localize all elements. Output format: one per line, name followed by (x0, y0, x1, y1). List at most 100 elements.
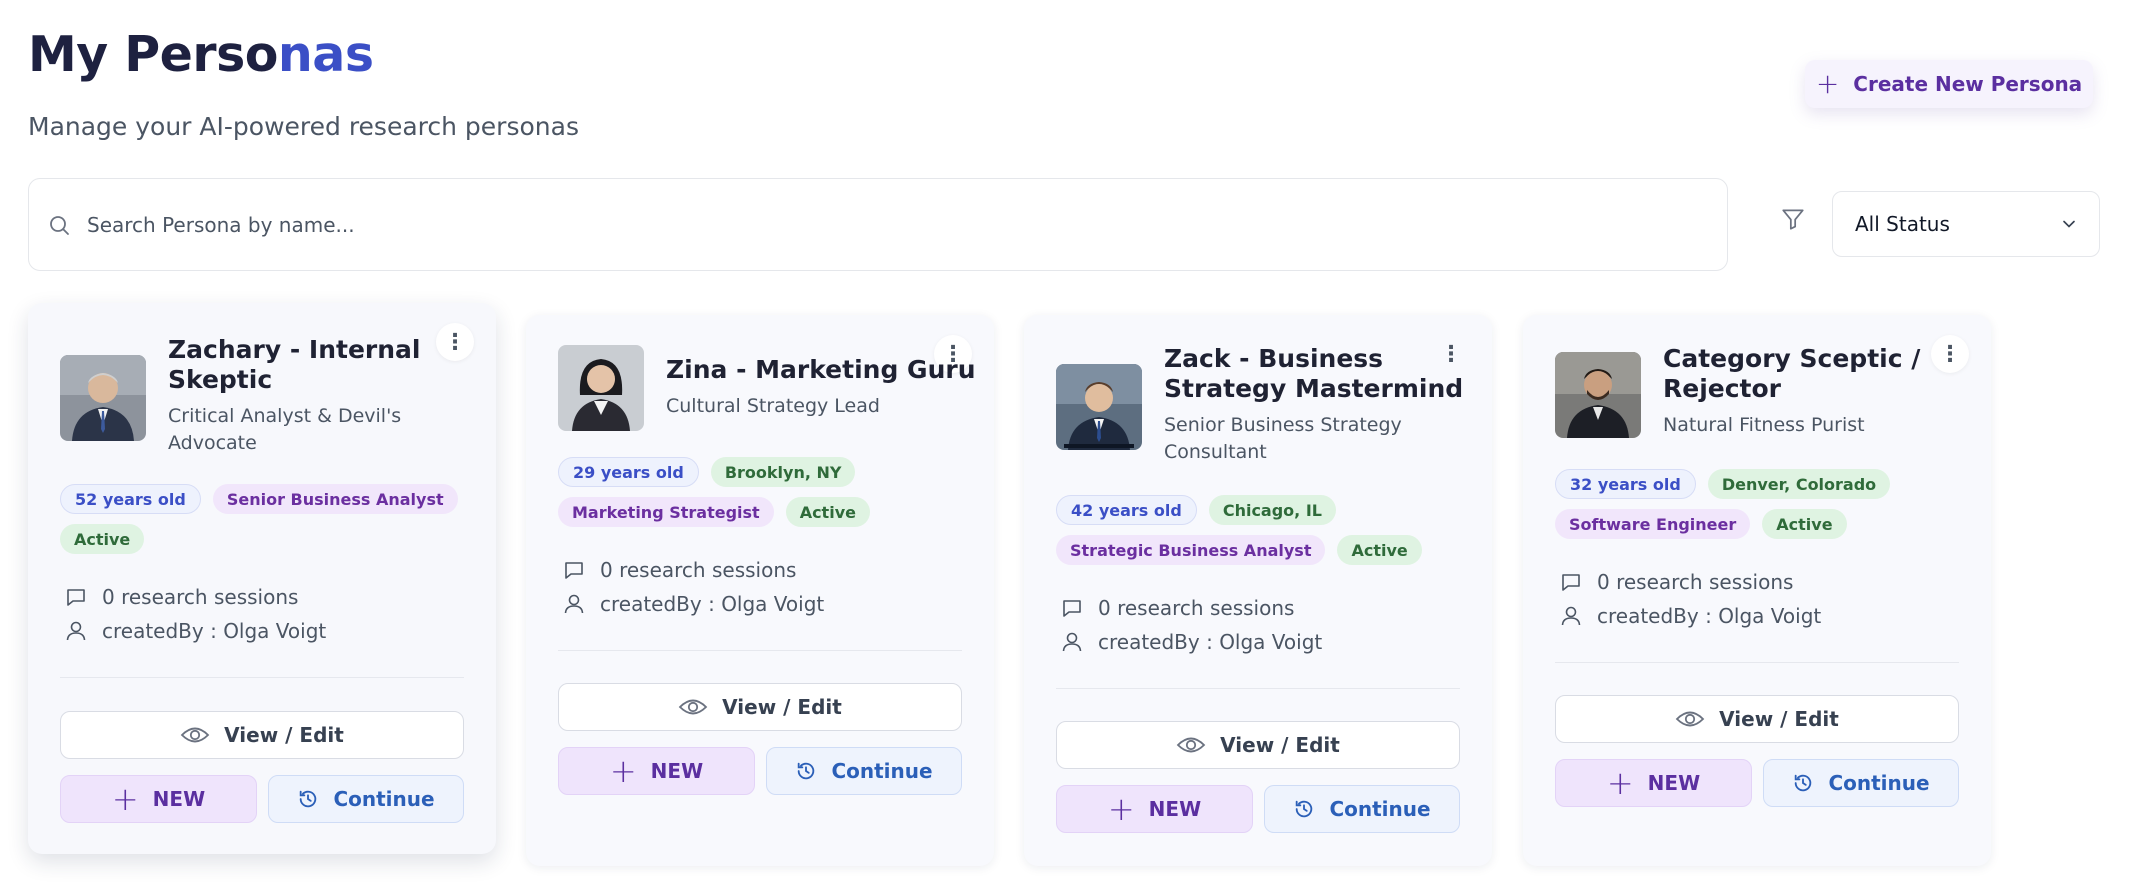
history-icon (1296, 800, 1313, 818)
persona-role: Critical Analyst & Devil's Advocate (168, 405, 402, 454)
plus-icon: + (1815, 67, 1840, 100)
persona-tags: 29 years old Brooklyn, NY Marketing Stra… (558, 457, 978, 527)
persona-card[interactable]: ⋮ Zack - Business Strategy Mastermind Se… (1024, 315, 1492, 866)
status-badge: Active (60, 524, 145, 554)
age-badge: 42 years old (1056, 495, 1197, 525)
more-options-icon[interactable]: ⋮ (1931, 335, 1969, 373)
search-icon (50, 215, 69, 235)
search-bar (28, 178, 1728, 271)
continue-label: Continue (1828, 771, 1930, 795)
location-badge: Brooklyn, NY (710, 457, 856, 487)
plus-icon: + (111, 780, 139, 818)
page-title-main: My Perso (28, 26, 278, 83)
user-icon (66, 621, 86, 641)
creator-row: createdBy : Olga Voigt (1559, 604, 1821, 628)
new-label: NEW (152, 787, 206, 811)
chat-icon (67, 589, 85, 606)
persona-card[interactable]: ⋮ Zachary - Internal Skeptic Critical An… (28, 303, 496, 854)
sessions-row: 0 research sessions (562, 558, 796, 582)
sessions-count: 0 research sessions (1098, 596, 1295, 620)
persona-role: Cultural Strategy Lead (666, 395, 880, 417)
page-title: My Personas (28, 26, 374, 83)
eye-icon (180, 727, 210, 743)
persona-card[interactable]: ⋮ Zina - Marketing Guru Cultural Strateg… (526, 315, 994, 866)
avatar (1056, 364, 1142, 450)
chat-icon (1063, 600, 1081, 617)
persona-tags: 32 years old Denver, Colorado Software E… (1555, 469, 1975, 539)
history-icon (300, 790, 317, 808)
new-session-button[interactable]: + NEW (558, 747, 755, 795)
history-icon (1795, 774, 1812, 792)
new-label: NEW (650, 759, 704, 783)
search-input[interactable] (87, 212, 1587, 237)
job-badge: Software Engineer (1555, 509, 1751, 539)
persona-name: Zina - Marketing Guru (666, 355, 976, 384)
new-session-button[interactable]: + NEW (60, 775, 257, 823)
view-edit-button[interactable]: View / Edit (1056, 721, 1460, 769)
view-edit-label: View / Edit (1719, 707, 1839, 731)
sessions-count: 0 research sessions (102, 585, 299, 609)
created-by: createdBy : Olga Voigt (102, 619, 327, 643)
created-by: createdBy : Olga Voigt (600, 592, 825, 616)
age-badge: 32 years old (1555, 469, 1696, 499)
created-by: createdBy : Olga Voigt (1098, 630, 1323, 654)
user-icon (1062, 632, 1082, 652)
persona-card[interactable]: ⋮ Category Sceptic / Rejector Natural Fi… (1523, 315, 1991, 866)
sessions-row: 0 research sessions (64, 585, 298, 609)
continue-button[interactable]: Continue (1264, 785, 1460, 833)
location-badge: Denver, Colorado (1707, 469, 1891, 499)
plus-icon: + (609, 752, 637, 790)
status-badge: Active (1762, 509, 1847, 539)
eye-icon (1675, 711, 1705, 727)
status-badge: Active (785, 497, 870, 527)
new-session-button[interactable]: + NEW (1056, 785, 1253, 833)
eye-icon (1176, 737, 1206, 753)
persona-tags: 52 years old Senior Business Analyst Act… (60, 484, 480, 554)
continue-button[interactable]: Continue (766, 747, 962, 795)
persona-tags: 42 years old Chicago, IL Strategic Busin… (1056, 495, 1476, 565)
creator-row: createdBy : Olga Voigt (562, 592, 824, 616)
continue-button[interactable]: Continue (1763, 759, 1959, 807)
view-edit-label: View / Edit (722, 695, 842, 719)
chat-icon (565, 562, 583, 579)
persona-name: Category Sceptic / Rejector (1663, 344, 1921, 403)
location-badge: Chicago, IL (1208, 495, 1336, 525)
sessions-row: 0 research sessions (1060, 596, 1294, 620)
chat-icon (1562, 574, 1580, 591)
creator-row: createdBy : Olga Voigt (64, 619, 326, 643)
age-badge: 29 years old (558, 457, 699, 487)
divider (60, 677, 464, 678)
sessions-row: 0 research sessions (1559, 570, 1793, 594)
avatar (1555, 352, 1641, 438)
new-session-button[interactable]: + NEW (1555, 759, 1752, 807)
divider (558, 650, 962, 651)
divider (1555, 662, 1959, 663)
create-persona-label: Create New Persona (1853, 72, 2083, 96)
view-edit-button[interactable]: View / Edit (60, 711, 464, 759)
continue-label: Continue (333, 787, 435, 811)
create-persona-button[interactable]: + Create New Persona (1805, 60, 2093, 108)
job-badge: Marketing Strategist (558, 497, 774, 527)
avatar (558, 345, 644, 431)
user-icon (564, 594, 584, 614)
status-badge: Active (1337, 535, 1422, 565)
persona-role: Senior Business Strategy Consultant (1164, 414, 1402, 463)
new-label: NEW (1148, 797, 1202, 821)
view-edit-label: View / Edit (224, 723, 344, 747)
view-edit-button[interactable]: View / Edit (558, 683, 962, 731)
sessions-count: 0 research sessions (1597, 570, 1794, 594)
view-edit-button[interactable]: View / Edit (1555, 695, 1959, 743)
continue-label: Continue (831, 759, 933, 783)
page-subtitle: Manage your AI-powered research personas (28, 112, 579, 141)
user-icon (1561, 606, 1581, 626)
chevron-down-icon (2063, 220, 2075, 228)
status-filter-select[interactable]: All Status (1832, 191, 2100, 257)
creator-row: createdBy : Olga Voigt (1060, 630, 1322, 654)
divider (1056, 688, 1460, 689)
filter-icon[interactable] (1780, 206, 1806, 232)
plus-icon: + (1107, 790, 1135, 828)
job-badge: Strategic Business Analyst (1056, 535, 1326, 565)
persona-role: Natural Fitness Purist (1663, 414, 1865, 436)
job-badge: Senior Business Analyst (212, 484, 458, 514)
continue-button[interactable]: Continue (268, 775, 464, 823)
